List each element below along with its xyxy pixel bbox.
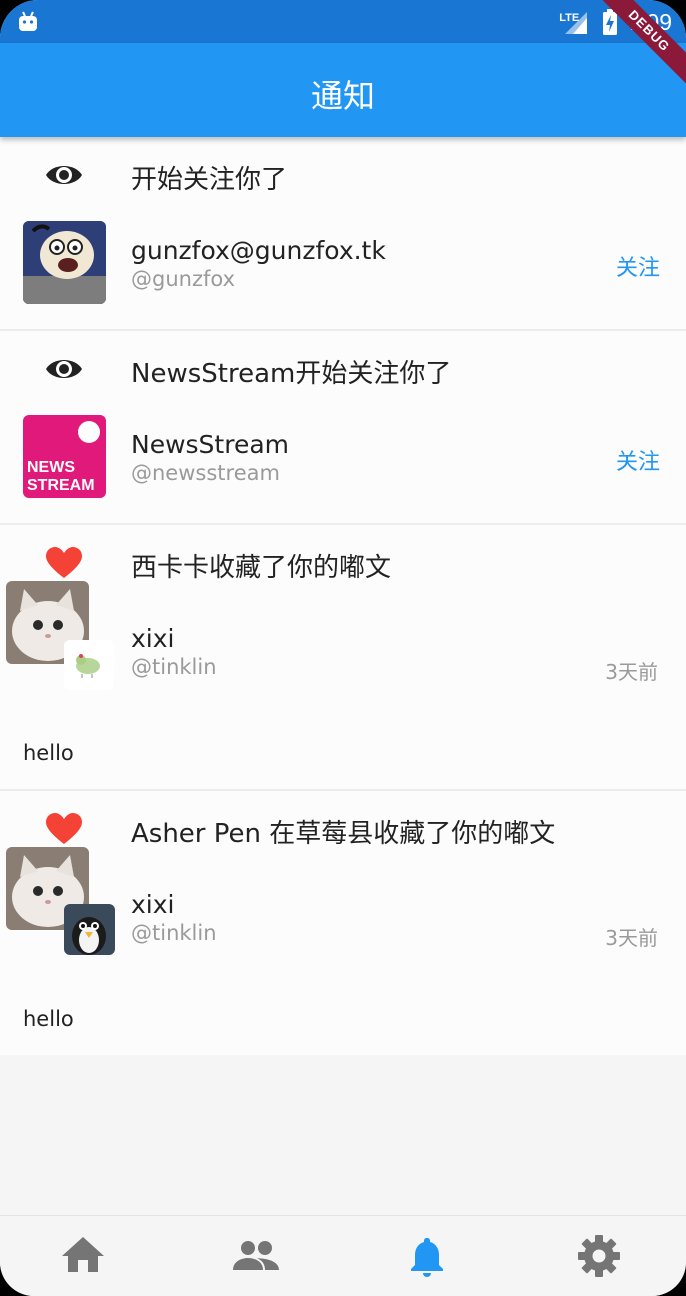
user-display-name[interactable]: NewsStream (131, 430, 289, 459)
notification-headline: NewsStream开始关注你了 (131, 359, 452, 389)
notification-header: Asher Pen 在草莓县收藏了你的嘟文 (0, 791, 686, 869)
notification-header: 开始关注你了 (0, 137, 686, 215)
user-display-name[interactable]: gunzfox@gunzfox.tk (131, 236, 386, 265)
user-handle: @newsstream (131, 461, 280, 485)
eye-icon (46, 166, 82, 184)
status-bar: LTE 7:09 DEBUG (0, 0, 686, 92)
phone-screen: LTE 7:09 DEBUG 通知 (0, 0, 686, 1296)
gear-icon[interactable] (577, 1234, 621, 1278)
people-icon[interactable] (232, 1234, 280, 1278)
home-icon[interactable] (61, 1234, 105, 1278)
notification-card[interactable]: 开始关注你了 gunzfox@gunzfox.tk @gunzfox 关注 (0, 137, 686, 331)
user-handle: @tinklin (131, 655, 217, 679)
eye-icon (46, 360, 82, 378)
user-display-name[interactable]: xixi (131, 890, 174, 919)
secondary-avatar[interactable] (64, 904, 115, 955)
notification-header: 西卡卡收藏了你的嘟文 (0, 525, 686, 603)
avatar-logo-text: NEWS STREAM (27, 459, 95, 494)
heart-icon (46, 813, 82, 844)
follow-button[interactable]: 关注 (616, 444, 660, 476)
notification-list: 开始关注你了 gunzfox@gunzfox.tk @gunzfox 关注 Ne… (0, 137, 686, 1055)
status-content[interactable]: hello (23, 741, 74, 765)
notification-headline: 西卡卡收藏了你的嘟文 (131, 553, 392, 583)
user-display-name[interactable]: xixi (131, 624, 174, 653)
bell-icon[interactable] (405, 1234, 449, 1278)
heart-icon (46, 547, 82, 578)
user-handle: @gunzfox (131, 267, 235, 291)
avatar[interactable] (23, 221, 106, 304)
follow-button[interactable]: 关注 (616, 250, 660, 282)
notification-card[interactable]: NewsStream开始关注你了 NEWS STREAM NewsStream … (0, 331, 686, 525)
signal-icon: LTE (559, 8, 589, 36)
app-bar: 通知 (0, 43, 686, 137)
user-handle: @tinklin (131, 921, 217, 945)
avatar[interactable]: NEWS STREAM (23, 415, 106, 498)
android-notification-icon (19, 11, 37, 31)
notification-header: NewsStream开始关注你了 (0, 331, 686, 409)
notification-headline: 开始关注你了 (131, 165, 288, 195)
bottom-navigation (0, 1215, 686, 1296)
notification-card[interactable]: 西卡卡收藏了你的嘟文 xixi @tinklin 3天前 hello (0, 525, 686, 791)
page-title: 通知 (310, 77, 375, 115)
notification-headline: Asher Pen 在草莓县收藏了你的嘟文 (131, 819, 556, 849)
secondary-avatar[interactable] (64, 640, 114, 690)
notification-card[interactable]: Asher Pen 在草莓县收藏了你的嘟文 xixi @tinklin 3天前 … (0, 791, 686, 1055)
timestamp: 3天前 (605, 660, 658, 684)
timestamp: 3天前 (605, 926, 658, 950)
status-content[interactable]: hello (23, 1007, 74, 1031)
